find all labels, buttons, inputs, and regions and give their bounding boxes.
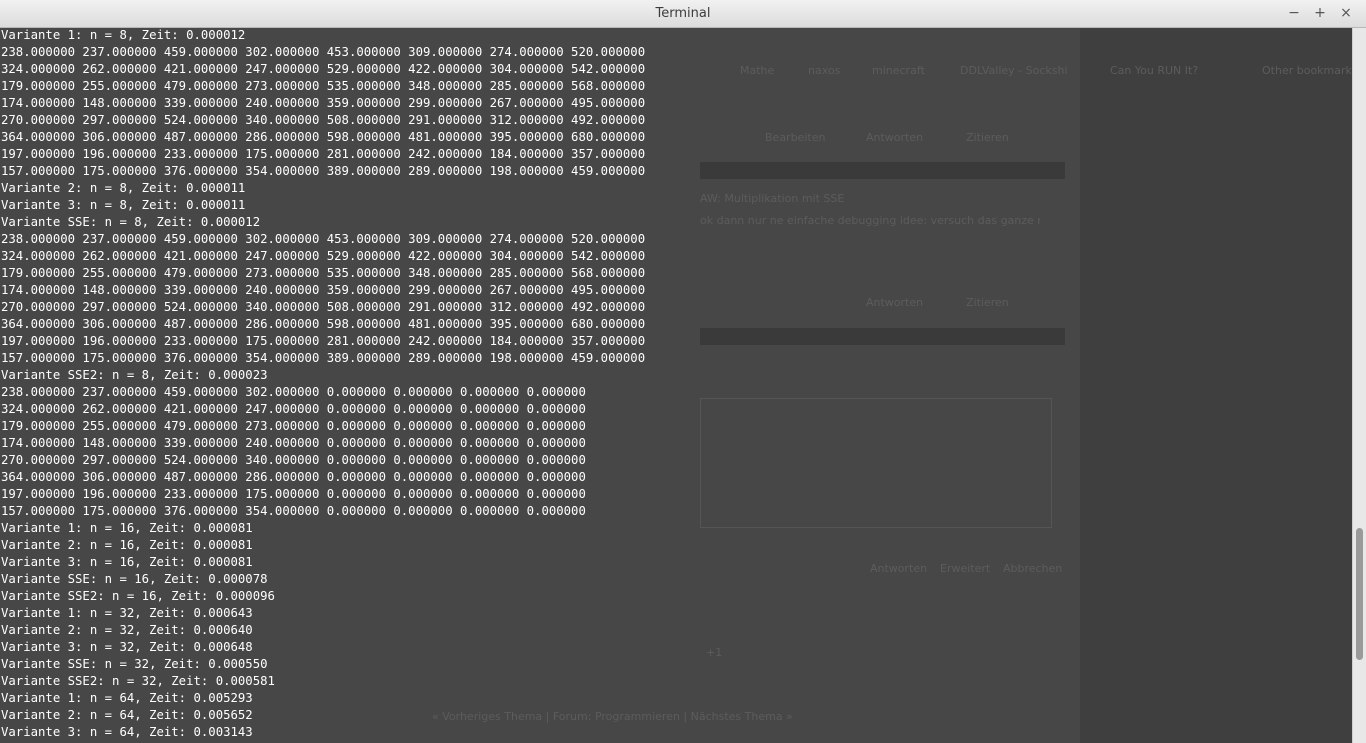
terminal-line: 324.000000 262.000000 421.000000 247.000… — [1, 402, 586, 416]
window-controls: − + × — [1282, 3, 1358, 23]
terminal-line: Variante 1: n = 8, Zeit: 0.000012 — [1, 28, 246, 42]
terminal-line: Variante 1: n = 32, Zeit: 0.000643 — [1, 606, 253, 620]
terminal-line: Variante 2: n = 64, Zeit: 0.005652 — [1, 708, 253, 722]
terminal-line: Variante SSE: n = 32, Zeit: 0.000550 — [1, 657, 268, 671]
reply-header-bar — [700, 328, 1065, 345]
vertical-scrollbar[interactable] — [1352, 28, 1366, 743]
terminal-line: Variante SSE: n = 16, Zeit: 0.000078 — [1, 572, 268, 586]
terminal-line: Variante SSE2: n = 32, Zeit: 0.000581 — [1, 674, 275, 688]
terminal-line: Variante 1: n = 64, Zeit: 0.005293 — [1, 691, 253, 705]
bookmark-naxos: naxos — [808, 64, 841, 77]
terminal-line: 238.000000 237.000000 459.000000 302.000… — [1, 385, 586, 399]
post-text: ok dann nur ne einfache debugging idee: … — [700, 214, 1040, 227]
terminal-line: 174.000000 148.000000 339.000000 240.000… — [1, 436, 586, 450]
post-edit-button: Bearbeiten — [765, 131, 826, 144]
post-reply-button: Antworten — [866, 131, 924, 144]
terminal-line: Variante 2: n = 32, Zeit: 0.000640 — [1, 623, 253, 637]
terminal-line: 270.000000 297.000000 524.000000 340.000… — [1, 300, 646, 314]
bookmark-ddlvalley: DDLValley - Sockshi — [960, 64, 1068, 77]
window-title: Terminal — [655, 6, 711, 21]
terminal-line: 238.000000 237.000000 459.000000 302.000… — [1, 45, 646, 59]
terminal-line: 179.000000 255.000000 479.000000 273.000… — [1, 266, 646, 280]
terminal-line: Variante SSE2: n = 8, Zeit: 0.000023 — [1, 368, 268, 382]
bookmark-canyourunit: Can You RUN It? — [1110, 64, 1199, 77]
post-quote-button: Zitieren — [966, 131, 1009, 144]
bookmark-other: Other bookmarks — [1262, 64, 1352, 77]
minimize-button[interactable]: − — [1282, 3, 1306, 23]
terminal-line: 270.000000 297.000000 524.000000 340.000… — [1, 113, 646, 127]
terminal-line: Variante SSE2: n = 16, Zeit: 0.000096 — [1, 589, 275, 603]
background-side-panel — [1080, 28, 1352, 743]
maximize-button[interactable]: + — [1308, 3, 1332, 23]
terminal-line: 179.000000 255.000000 479.000000 273.000… — [1, 419, 586, 433]
terminal-line: 197.000000 196.000000 233.000000 175.000… — [1, 334, 646, 348]
post-header-bar — [700, 162, 1065, 179]
terminal-line: Variante 2: n = 8, Zeit: 0.000011 — [1, 181, 246, 195]
terminal-line: 157.000000 175.000000 376.000000 354.000… — [1, 504, 586, 518]
reply-advanced-button: Erweitert — [940, 562, 991, 575]
terminal-line: 364.000000 306.000000 487.000000 286.000… — [1, 130, 646, 144]
terminal-line: 157.000000 175.000000 376.000000 354.000… — [1, 164, 646, 178]
terminal-line: Variante 3: n = 32, Zeit: 0.000648 — [1, 640, 253, 654]
scrollbar-thumb[interactable] — [1356, 528, 1363, 660]
terminal-line: Variante 2: n = 16, Zeit: 0.000081 — [1, 538, 253, 552]
bookmark-minecraft: minecraft — [872, 64, 925, 77]
terminal-line: 197.000000 196.000000 233.000000 175.000… — [1, 147, 646, 161]
terminal-line: 174.000000 148.000000 339.000000 240.000… — [1, 96, 646, 110]
post2-quote-button: Zitieren — [966, 296, 1009, 309]
terminal-line: 364.000000 306.000000 487.000000 286.000… — [1, 470, 586, 484]
terminal-line: 238.000000 237.000000 459.000000 302.000… — [1, 232, 646, 246]
share-plusone: +1 — [706, 646, 723, 659]
post2-reply-button: Antworten — [866, 296, 924, 309]
terminal-line: Variante 1: n = 16, Zeit: 0.000081 — [1, 521, 253, 535]
terminal-line: Variante 3: n = 8, Zeit: 0.000011 — [1, 198, 246, 212]
terminal-line: 179.000000 255.000000 479.000000 273.000… — [1, 79, 646, 93]
terminal-line: 157.000000 175.000000 376.000000 354.000… — [1, 351, 646, 365]
bookmark-mathe: Mathe — [740, 64, 775, 77]
close-button[interactable]: × — [1334, 3, 1358, 23]
terminal-line: 324.000000 262.000000 421.000000 247.000… — [1, 62, 646, 76]
terminal-line: 364.000000 306.000000 487.000000 286.000… — [1, 317, 646, 331]
terminal-line: Variante 3: n = 64, Zeit: 0.003143 — [1, 725, 253, 739]
terminal-line: 270.000000 297.000000 524.000000 340.000… — [1, 453, 586, 467]
terminal-line: 174.000000 148.000000 339.000000 240.000… — [1, 283, 646, 297]
window-title-bar[interactable]: Terminal − + × — [0, 0, 1366, 28]
terminal-line: 197.000000 196.000000 233.000000 175.000… — [1, 487, 586, 501]
terminal-output[interactable]: Mathe naxos minecraft DDLValley - Socksh… — [0, 28, 1352, 743]
terminal-text: Variante 1: n = 8, Zeit: 0.000012 238.000… — [1, 28, 645, 741]
reply-submit-button: Antworten — [870, 562, 928, 575]
reply-textarea — [700, 398, 1052, 528]
terminal-line: Variante 3: n = 16, Zeit: 0.000081 — [1, 555, 253, 569]
post-title: AW: Multiplikation mit SSE — [700, 192, 845, 205]
reply-cancel-button: Abbrechen — [1003, 562, 1063, 575]
terminal-line: 324.000000 262.000000 421.000000 247.000… — [1, 249, 646, 263]
terminal-line: Variante SSE: n = 8, Zeit: 0.000012 — [1, 215, 261, 229]
